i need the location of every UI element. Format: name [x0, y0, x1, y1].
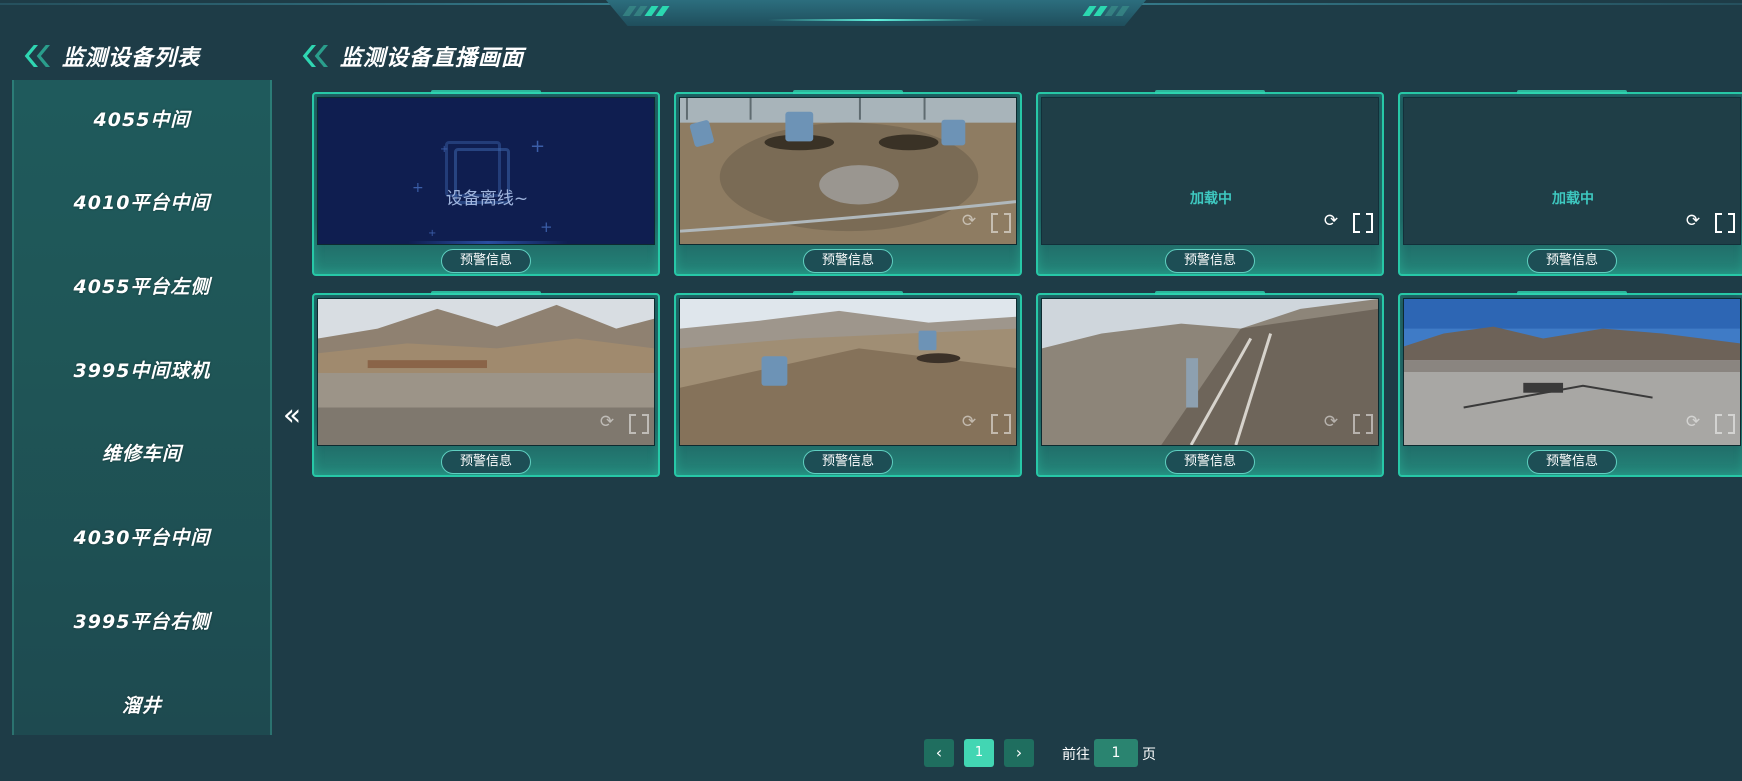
- goto-page-input[interactable]: 1: [1094, 739, 1138, 767]
- video-screen[interactable]: ⟳: [1403, 298, 1741, 446]
- fullscreen-icon[interactable]: [1714, 413, 1732, 431]
- fullscreen-icon[interactable]: [990, 413, 1008, 431]
- warning-info-button[interactable]: 预警信息: [441, 249, 531, 273]
- refresh-icon[interactable]: ⟳: [1322, 413, 1340, 431]
- stripe-decoration-right: [1082, 6, 1130, 16]
- video-screen[interactable]: ⟳: [317, 298, 655, 446]
- video-screen[interactable]: ⟳: [679, 97, 1017, 245]
- loading-status-text: 加载中: [1190, 191, 1232, 207]
- warning-info-button[interactable]: 预警信息: [803, 450, 893, 474]
- plus-decoration: +: [540, 218, 553, 236]
- video-controls: ⟳: [1322, 413, 1370, 431]
- video-controls: ⟳: [1684, 413, 1732, 431]
- video-controls: ⟳: [1322, 212, 1370, 230]
- next-page-button[interactable]: ›: [1004, 739, 1034, 767]
- video-card: 加载中 ⟳ 预警信息: [1398, 92, 1742, 276]
- refresh-icon[interactable]: ⟳: [598, 413, 616, 431]
- header-glow: [768, 19, 984, 21]
- main-title: 监测设备直播画面: [340, 46, 525, 71]
- fullscreen-icon[interactable]: [1714, 212, 1732, 230]
- warning-info-button[interactable]: 预警信息: [803, 249, 893, 273]
- video-card: ⟳ 预警信息: [312, 293, 660, 477]
- sidebar-title: 监测设备列表: [62, 46, 201, 71]
- plus-decoration: +: [530, 136, 546, 157]
- device-item-ore-pass[interactable]: 溜井: [14, 684, 270, 724]
- video-controls: ⟳: [1684, 212, 1732, 230]
- refresh-icon[interactable]: ⟳: [960, 212, 978, 230]
- video-screen[interactable]: 加载中 ⟳: [1403, 97, 1741, 245]
- loading-status-text: 加载中: [1552, 191, 1594, 207]
- video-screen[interactable]: ⟳: [679, 298, 1017, 446]
- video-card: ⟳ 预警信息: [1036, 293, 1384, 477]
- video-screen[interactable]: ⟳: [1041, 298, 1379, 446]
- device-item-4030-platform-middle[interactable]: 4030平台中间: [14, 516, 270, 556]
- device-item-3995-platform-right[interactable]: 3995平台右侧: [14, 600, 270, 640]
- fullscreen-icon[interactable]: [1352, 413, 1370, 431]
- video-controls: ⟳: [960, 413, 1008, 431]
- video-screen[interactable]: + + + + + 设备离线~: [317, 97, 655, 245]
- video-controls: ⟳: [598, 413, 646, 431]
- refresh-icon[interactable]: ⟳: [1684, 212, 1702, 230]
- device-item-3995-middle-dome[interactable]: 3995中间球机: [14, 349, 270, 389]
- device-list: 4055中间 4010平台中间 4055平台左侧 3995中间球机 维修车间 4…: [12, 80, 272, 735]
- plus-decoration: +: [428, 228, 437, 239]
- goto-prefix-label: 前往: [1062, 747, 1090, 763]
- device-item-4055-platform-left[interactable]: 4055平台左侧: [14, 265, 270, 305]
- top-header-decoration: [606, 0, 1146, 26]
- refresh-icon[interactable]: ⟳: [960, 413, 978, 431]
- stripe-decoration-left: [622, 6, 670, 16]
- video-card: + + + + + 设备离线~ 预警信息: [312, 92, 660, 276]
- warning-info-button[interactable]: 预警信息: [1165, 249, 1255, 273]
- double-chevron-left-icon: [24, 43, 52, 69]
- video-screen[interactable]: 加载中 ⟳: [1041, 97, 1379, 245]
- warning-info-button[interactable]: 预警信息: [1165, 450, 1255, 474]
- video-controls: ⟳: [960, 212, 1008, 230]
- refresh-icon[interactable]: ⟳: [1684, 413, 1702, 431]
- double-chevron-left-icon: [302, 43, 330, 69]
- warning-info-button[interactable]: 预警信息: [1527, 450, 1617, 474]
- device-item-4010-platform-middle[interactable]: 4010平台中间: [14, 181, 270, 221]
- fullscreen-icon[interactable]: [628, 413, 646, 431]
- video-card: ⟳ 预警信息: [674, 293, 1022, 477]
- fullscreen-icon[interactable]: [1352, 212, 1370, 230]
- device-item-repair-workshop[interactable]: 维修车间: [14, 432, 270, 472]
- main-heading: 监测设备直播画面: [302, 40, 524, 72]
- prev-page-button[interactable]: ‹: [924, 739, 954, 767]
- video-card: 加载中 ⟳ 预警信息: [1036, 92, 1384, 276]
- refresh-icon[interactable]: ⟳: [1322, 212, 1340, 230]
- warning-info-button[interactable]: 预警信息: [441, 450, 531, 474]
- warning-info-button[interactable]: 预警信息: [1527, 249, 1617, 273]
- collapse-sidebar-button[interactable]: «: [281, 398, 303, 434]
- offline-base-glow: [408, 241, 568, 244]
- offline-status-text: 设备离线~: [445, 189, 529, 209]
- fullscreen-icon[interactable]: [990, 212, 1008, 230]
- sidebar-heading: 监测设备列表: [24, 40, 200, 72]
- video-card: ⟳ 预警信息: [1398, 293, 1742, 477]
- device-item-4055-middle[interactable]: 4055中间: [14, 98, 270, 138]
- video-card: ⟳ 预警信息: [674, 92, 1022, 276]
- goto-suffix-label: 页: [1142, 747, 1156, 763]
- page-number-button[interactable]: 1: [964, 739, 994, 767]
